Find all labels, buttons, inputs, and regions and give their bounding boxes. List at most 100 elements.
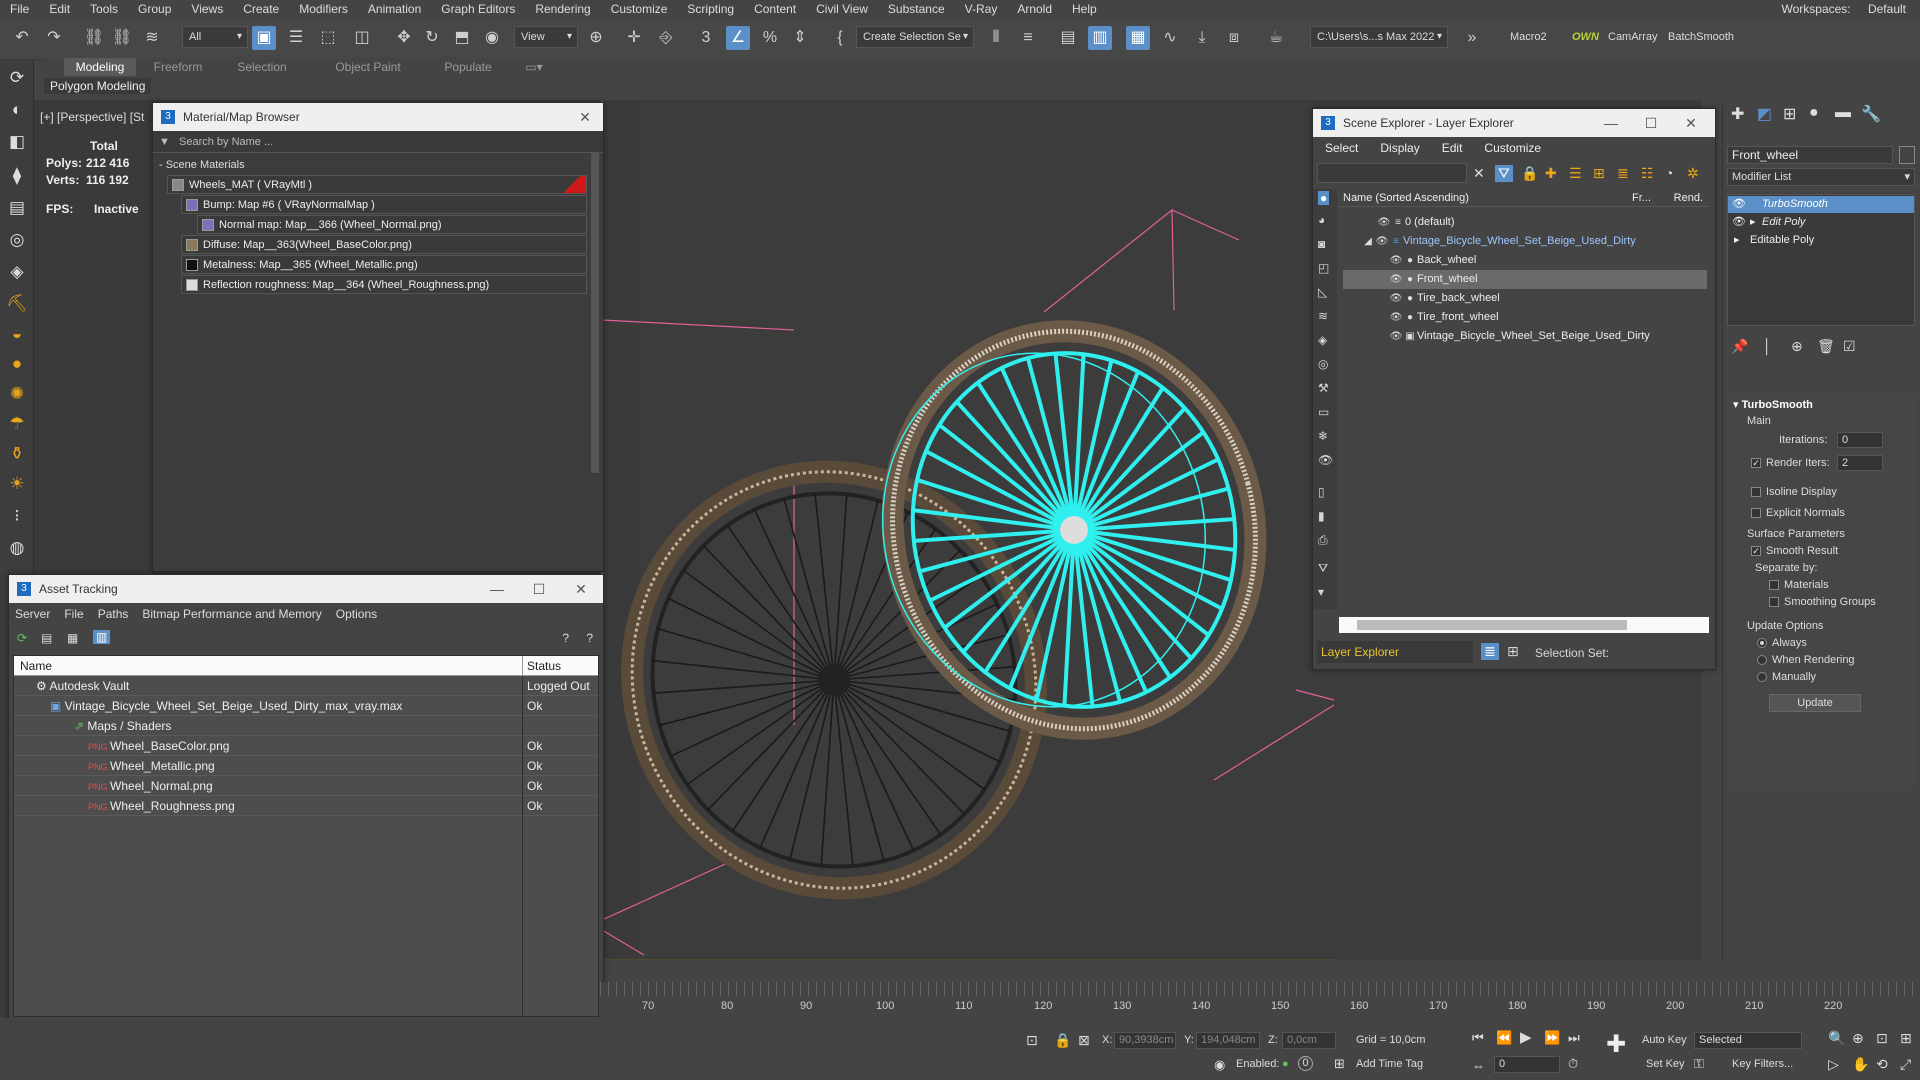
menu-group[interactable]: Group	[128, 2, 181, 16]
iterations-spinner[interactable]: 0	[1837, 432, 1883, 448]
menu-customize[interactable]: Customize	[601, 2, 678, 16]
edit-named-selection-icon[interactable]: {	[828, 26, 852, 50]
enabled-toggle[interactable]: 0	[1298, 1056, 1313, 1071]
curve-editor-icon[interactable]: ∿	[1158, 26, 1182, 50]
eye-icon[interactable]: 👁	[1375, 232, 1389, 251]
asset-tracking-titlebar[interactable]: 3 Asset Tracking — ☐ ✕	[9, 575, 603, 603]
highlight-icon[interactable]: ◔	[1665, 165, 1673, 181]
layer-tools-icon[interactable]: ☷	[1641, 165, 1654, 182]
display-selected-icon[interactable]: ▮	[1318, 509, 1325, 523]
map-row-metalness[interactable]: Metalness: Map__365 (Wheel_Metallic.png)	[181, 255, 587, 274]
smoothing-groups-row[interactable]: Smoothing Groups	[1769, 596, 1876, 608]
map-row-normal[interactable]: Normal map: Map__366 (Wheel_Normal.png)	[197, 215, 587, 234]
display-containers-icon[interactable]: ❄	[1318, 429, 1328, 443]
absolute-mode-icon[interactable]: ⊠	[1078, 1032, 1090, 1049]
isoline-checkbox[interactable]	[1751, 487, 1761, 498]
display-tab-icon[interactable]: ▬	[1835, 104, 1851, 122]
lock-icon[interactable]: 🔒	[1521, 165, 1538, 182]
funnel-icon[interactable]: ⛛	[1318, 561, 1328, 576]
tab-freeform[interactable]: Freeform	[146, 58, 210, 76]
tab-selection[interactable]: Selection	[230, 58, 294, 76]
scale-icon[interactable]: ⬒	[450, 26, 474, 50]
close-icon[interactable]: ✕	[1673, 109, 1709, 137]
modifier-list-dropdown[interactable]: Modifier List ▾	[1727, 168, 1915, 186]
scene-explorer-titlebar[interactable]: 3 Scene Explorer - Layer Explorer — ☐ ✕	[1313, 109, 1715, 137]
display-notes-icon[interactable]: ⎙	[1318, 533, 1328, 548]
eye-icon[interactable]: 👁	[1377, 213, 1391, 232]
list-icon[interactable]: ▤	[41, 631, 52, 645]
table-view-icon[interactable]: ▥	[93, 630, 111, 644]
scene-horizontal-scrollbar[interactable]	[1339, 617, 1709, 633]
menu-modifiers[interactable]: Modifiers	[289, 2, 358, 16]
when-rendering-radio[interactable]	[1757, 655, 1767, 666]
display-frozen-icon[interactable]: 👁	[1318, 453, 1333, 467]
display-geometry-icon[interactable]: ◕	[1318, 213, 1325, 227]
layer-row-vintage[interactable]: ◢ 👁 ≡ Vintage_Bicycle_Wheel_Set_Beige_Used_…	[1343, 232, 1707, 251]
tab-object-paint[interactable]: Object Paint	[328, 58, 408, 76]
add-layer-icon[interactable]: ✚	[1545, 165, 1557, 182]
stack-item-editable-poly[interactable]: ▸ Editable Poly	[1728, 232, 1914, 249]
table-row[interactable]: PNG Wheel_Normal.png Ok	[14, 776, 598, 796]
table-row[interactable]: ⇗ Maps / Shaders	[14, 716, 598, 736]
stack-item-edit-poly[interactable]: 👁 ▸ Edit Poly	[1728, 214, 1914, 231]
menu-substance[interactable]: Substance	[878, 2, 955, 16]
schematic-view-icon[interactable]: ⤓	[1190, 26, 1214, 50]
sphere-tool-icon[interactable]: ◐	[5, 98, 29, 122]
unlink-icon[interactable]: ⛓	[110, 26, 134, 50]
menu-file[interactable]: File	[64, 607, 83, 621]
box-tool-icon[interactable]: ◧	[5, 130, 29, 154]
rollout-title[interactable]: ▾ TurboSmooth	[1733, 398, 1813, 411]
make-unique-icon[interactable]: ⊕	[1791, 338, 1803, 355]
trash-icon[interactable]: 🗑	[1817, 338, 1835, 355]
keyboard-shortcut-icon[interactable]: ⎆	[654, 26, 678, 50]
go-to-start-icon[interactable]: ⏮	[1472, 1030, 1484, 1046]
camera-tool-icon[interactable]: ◎	[5, 228, 29, 252]
render-setup-icon[interactable]: ☕	[1264, 26, 1288, 50]
pin-stack-icon[interactable]: 📌	[1731, 338, 1748, 355]
menu-paths[interactable]: Paths	[98, 607, 129, 621]
eye-icon[interactable]: 👁	[1389, 251, 1403, 270]
rotate-icon[interactable]: ↻	[420, 26, 444, 50]
time-config-icon[interactable]: ⏱	[1568, 1056, 1578, 1072]
isolate-icon[interactable]: ⊡	[1026, 1032, 1038, 1049]
move-icon[interactable]: ✥	[392, 26, 416, 50]
bind-spacewarp-icon[interactable]: ≋	[140, 26, 164, 50]
smooth-result-row[interactable]: ✓ Smooth Result	[1751, 545, 1838, 557]
display-cameras-icon[interactable]: ◺	[1318, 285, 1327, 299]
display-xrefs-icon[interactable]: ⚒	[1318, 381, 1329, 395]
selection-lock-icon[interactable]: 🔒	[1054, 1032, 1071, 1049]
menu-views[interactable]: Views	[181, 2, 233, 16]
film-tool-icon[interactable]: ▤	[5, 196, 29, 220]
adaptive-degradation-icon[interactable]: ◉	[1214, 1057, 1225, 1073]
current-frame-field[interactable]: 0	[1494, 1056, 1560, 1073]
update-rendering-row[interactable]: When Rendering	[1757, 654, 1855, 666]
z-coordinate-field[interactable]: 0,0cm	[1282, 1032, 1336, 1049]
material-row-wheels[interactable]: Wheels_MAT ( VRayMtl )	[167, 175, 587, 194]
go-to-end-icon[interactable]: ⏭	[1568, 1030, 1580, 1046]
object-row-tire-front[interactable]: 👁 ● Tire_front_wheel	[1343, 308, 1707, 327]
eye-icon[interactable]: 👁	[1732, 214, 1746, 231]
redo-icon[interactable]: ↷	[42, 26, 66, 50]
close-icon[interactable]: ✕	[567, 103, 603, 131]
light-tool-icon[interactable]: ◈	[5, 260, 29, 284]
sun-settings-icon[interactable]: ✲	[1687, 165, 1699, 182]
materials-checkbox[interactable]	[1769, 580, 1779, 591]
display-helpers-icon[interactable]: ≋	[1318, 309, 1328, 323]
render-sphere-icon[interactable]: ◍	[5, 536, 29, 560]
layer-tree-icon[interactable]: ⊞	[1593, 165, 1605, 182]
utilities-tab-icon[interactable]: 🔧	[1861, 104, 1881, 124]
show-end-result-icon[interactable]: │	[1763, 338, 1772, 354]
pivot-center-icon[interactable]: ⊕	[584, 26, 608, 50]
menu-edit[interactable]: Edit	[1442, 141, 1463, 155]
object-row-tire-back[interactable]: 👁 ● Tire_back_wheel	[1343, 289, 1707, 308]
key-icon[interactable]: ⚿	[1694, 1056, 1704, 1072]
material-search-input[interactable]: ▼ Search by Name ...	[153, 131, 603, 153]
macro2-button[interactable]: Macro2	[1510, 31, 1547, 43]
ribbon-options-icon[interactable]: ▭▾	[520, 58, 548, 76]
always-radio[interactable]	[1757, 638, 1767, 649]
tab-populate[interactable]: Populate	[438, 58, 498, 76]
render-iters-spinner[interactable]: 2	[1837, 455, 1883, 471]
play-icon[interactable]: ▶	[1520, 1028, 1532, 1046]
maximize-viewport-icon[interactable]: ⤢	[1900, 1056, 1911, 1073]
select-by-name-icon[interactable]: ☰	[284, 26, 308, 50]
